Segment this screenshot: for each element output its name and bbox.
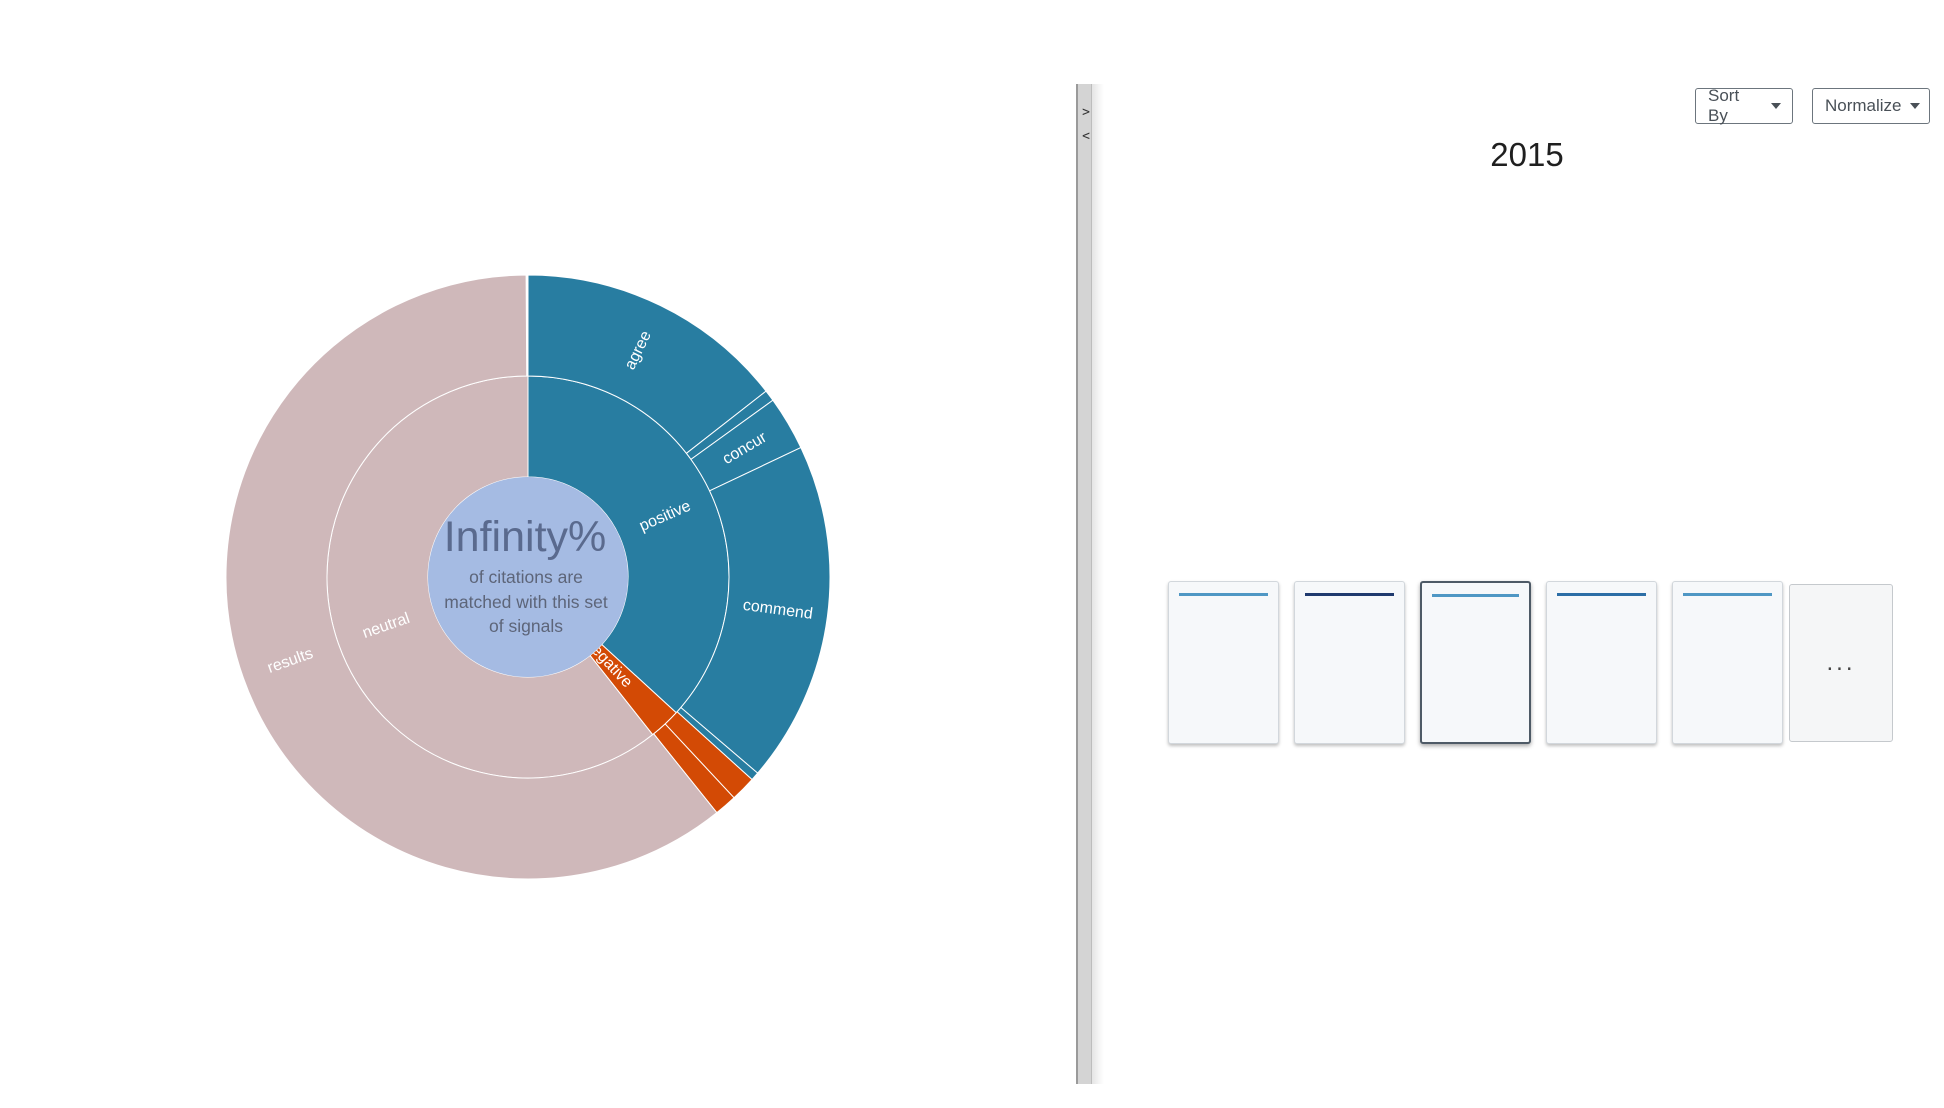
sort-by-label: Sort By	[1708, 86, 1740, 125]
normalize-dropdown[interactable]: Normalize	[1812, 88, 1930, 124]
thumbnail-bar	[1305, 593, 1394, 596]
thumbnail-bar	[1683, 593, 1772, 596]
thumbnail-bar	[1557, 593, 1646, 596]
sunburst-pane: positive negative neutral agree concur commen…	[0, 0, 1076, 1108]
more-thumbnails-button[interactable]: ...	[1789, 584, 1893, 742]
thumbnail-bar	[1179, 593, 1268, 596]
caret-down-icon	[1909, 103, 1920, 109]
collapse-arrow-icon[interactable]: <	[1080, 130, 1092, 144]
year-thumbnail-5[interactable]	[1672, 581, 1783, 744]
year-title: 2015	[1490, 136, 1564, 173]
splitter-shadow	[1092, 84, 1104, 1084]
year-thumbnail-4[interactable]	[1546, 581, 1657, 744]
year-thumbnail-3[interactable]	[1420, 581, 1531, 744]
pane-splitter[interactable]: > <	[1076, 84, 1092, 1084]
year-thumbnail-2[interactable]	[1294, 581, 1405, 744]
year-thumbnail-1[interactable]	[1168, 581, 1279, 744]
center-value: Infinity%	[443, 513, 607, 561]
thumbnail-bar	[1432, 594, 1519, 597]
sort-by-dropdown[interactable]: Sort By	[1695, 86, 1793, 125]
center-caption: of citations are matched with this set o…	[444, 567, 608, 636]
caret-down-icon	[1771, 103, 1781, 109]
expand-arrow-icon[interactable]: >	[1080, 106, 1092, 120]
normalize-label: Normalize	[1825, 96, 1902, 115]
